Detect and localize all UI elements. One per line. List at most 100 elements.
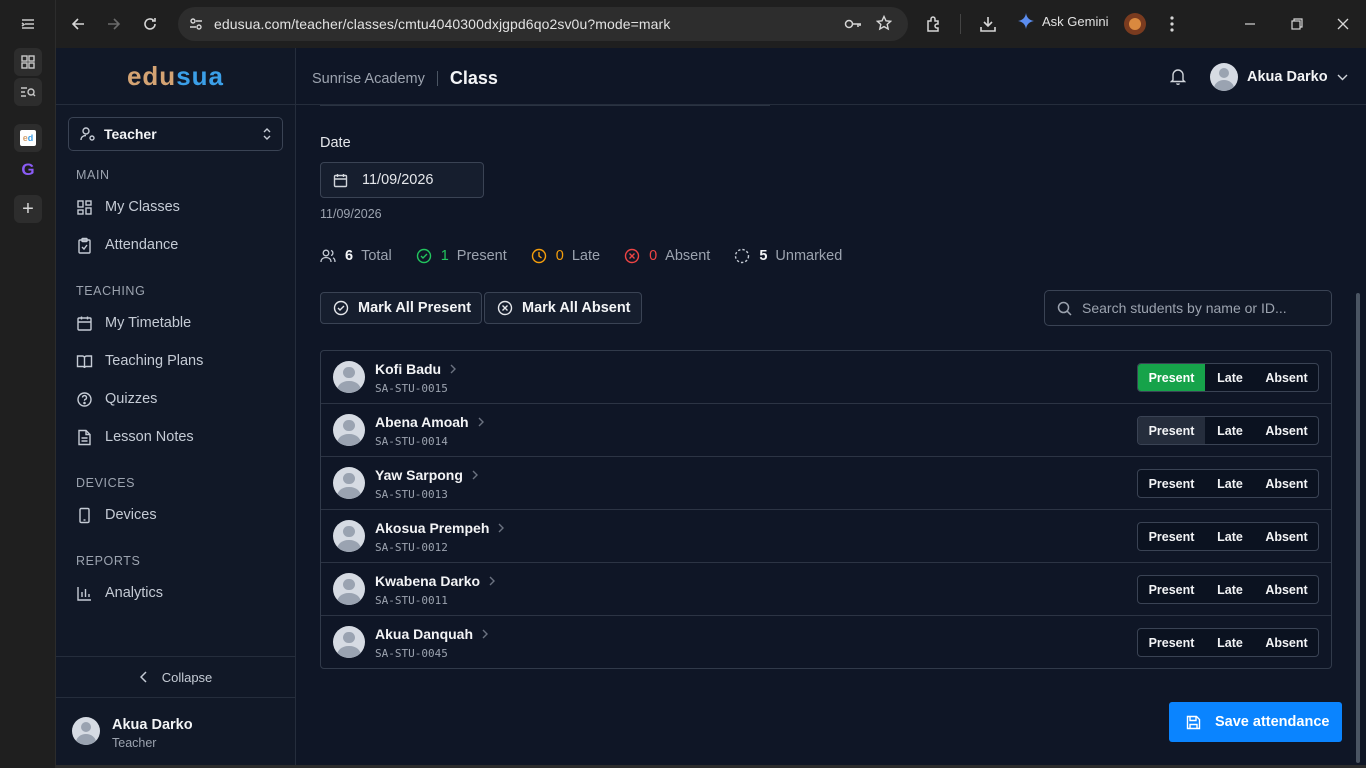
avatar (333, 520, 365, 552)
late-button[interactable]: Late (1205, 576, 1255, 603)
avatar (333, 414, 365, 446)
absent-button[interactable]: Absent (1255, 576, 1318, 603)
sidebar-item-label: My Timetable (105, 315, 192, 331)
student-search[interactable] (1044, 290, 1332, 326)
section-reports: REPORTS (76, 554, 141, 568)
present-button[interactable]: Present (1138, 470, 1205, 497)
breadcrumb-school[interactable]: Sunrise Academy (312, 71, 425, 87)
sidebar-item-teaching-plans[interactable]: Teaching Plans (76, 350, 203, 372)
search-icon (1057, 301, 1072, 316)
profile-avatar-icon[interactable] (1124, 13, 1146, 35)
status-toggle: Present Late Absent (1137, 469, 1319, 498)
ask-gemini-label: Ask Gemini (1042, 13, 1109, 29)
student-name-link[interactable]: Kofi Badu (375, 361, 457, 377)
browser-menu-icon[interactable] (1158, 10, 1186, 38)
chevron-right-icon (472, 470, 478, 480)
page-scrollbar[interactable] (1356, 293, 1360, 763)
sidebar-item-devices[interactable]: Devices (76, 504, 157, 526)
sidebar-item-attendance[interactable]: Attendance (76, 234, 178, 256)
sidebar: edu sua Teacher MAIN My Classes Attendanc… (56, 48, 296, 765)
student-name: Yaw Sarpong (375, 467, 463, 483)
student-name-link[interactable]: Yaw Sarpong (375, 467, 478, 483)
tablet-icon (79, 507, 90, 523)
sidebar-user[interactable]: Akua Darko Teacher (56, 697, 296, 765)
absent-button[interactable]: Absent (1255, 523, 1318, 550)
present-button[interactable]: Present (1138, 576, 1205, 603)
late-button[interactable]: Late (1205, 523, 1255, 550)
password-key-icon[interactable] (844, 16, 862, 32)
apps-icon[interactable] (14, 48, 42, 76)
student-name-link[interactable]: Akua Danquah (375, 626, 489, 642)
absent-button[interactable]: Absent (1255, 470, 1318, 497)
bookmark-star-icon[interactable] (876, 15, 892, 31)
extensions-icon[interactable] (920, 10, 948, 38)
date-picker[interactable]: 11/09/2026 (320, 162, 484, 198)
forward-icon[interactable] (100, 10, 128, 38)
address-bar[interactable]: edusua.com/teacher/classes/cmtu4040300dx… (178, 7, 908, 41)
absent-button[interactable]: Absent (1255, 364, 1318, 391)
collapse-button[interactable]: Collapse (56, 656, 296, 697)
present-button[interactable]: Present (1138, 364, 1205, 391)
search-tabs-icon[interactable] (14, 78, 42, 106)
url-text[interactable]: edusua.com/teacher/classes/cmtu4040300dx… (214, 16, 670, 32)
user-menu[interactable]: Akua Darko (1210, 63, 1348, 91)
mark-all-present-button[interactable]: Mark All Present (320, 292, 483, 324)
late-button[interactable]: Late (1205, 470, 1255, 497)
sidebar-item-my-classes[interactable]: My Classes (76, 196, 180, 218)
present-button[interactable]: Present (1138, 417, 1205, 444)
stat-present: 1 Present (416, 248, 507, 264)
back-icon[interactable] (64, 10, 92, 38)
absent-button[interactable]: Absent (1255, 629, 1318, 656)
save-icon (1186, 715, 1201, 729)
file-text-icon (78, 429, 91, 445)
ask-gemini-button[interactable]: Ask Gemini (1018, 13, 1108, 29)
top-bar: Sunrise Academy Class Akua Darko (296, 48, 1366, 105)
sidebar-item-label: Analytics (105, 585, 164, 601)
new-tab-icon[interactable]: + (14, 195, 42, 223)
book-open-icon (76, 354, 93, 368)
close-window-icon[interactable] (1329, 10, 1357, 38)
late-button[interactable]: Late (1205, 417, 1255, 444)
present-button[interactable]: Present (1138, 523, 1205, 550)
sidebar-item-label: Quizzes (105, 391, 158, 407)
sidebar-item-label: Lesson Notes (105, 429, 194, 445)
restore-icon[interactable] (1283, 10, 1311, 38)
reload-icon[interactable] (136, 10, 164, 38)
minimize-icon[interactable] (1236, 10, 1264, 38)
clock-icon (531, 248, 546, 264)
late-button[interactable]: Late (1205, 629, 1255, 656)
site-info-icon[interactable] (188, 16, 204, 32)
student-row: Akua Danquah SA-STU-0045 Present Late Absent (321, 616, 1331, 668)
gemini-icon (1018, 13, 1034, 29)
menu-icon[interactable] (14, 10, 42, 38)
role-selector[interactable]: Teacher (68, 117, 283, 151)
stat-absent: 0 Absent (624, 248, 710, 264)
sidebar-item-my-timetable[interactable]: My Timetable (76, 312, 191, 334)
chevron-right-icon (450, 364, 457, 374)
student-name-link[interactable]: Akosua Prempeh (375, 520, 505, 536)
g-extension-icon[interactable]: G (14, 156, 42, 184)
stat-late-label: Late (571, 248, 601, 264)
student-list: Kofi Badu SA-STU-0015 Present Late Absent Abe… (320, 350, 1332, 669)
status-toggle: Present Late Absent (1137, 575, 1319, 604)
mark-all-absent-button[interactable]: Mark All Absent (484, 292, 642, 324)
present-button[interactable]: Present (1138, 629, 1205, 656)
student-name-link[interactable]: Abena Amoah (375, 414, 484, 430)
late-button[interactable]: Late (1205, 364, 1255, 391)
search-input[interactable] (1082, 300, 1322, 316)
stat-unmarked-count: 5 (759, 248, 768, 264)
help-circle-icon (77, 391, 92, 407)
sidebar-item-lesson-notes[interactable]: Lesson Notes (76, 426, 194, 448)
app-logo[interactable]: edu sua (56, 48, 295, 105)
save-attendance-button[interactable]: Save attendance (1169, 702, 1342, 742)
edusua-tab-icon[interactable]: ed (14, 124, 42, 152)
downloads-icon[interactable] (974, 10, 1002, 38)
sidebar-item-analytics[interactable]: Analytics (76, 582, 163, 604)
sidebar-item-quizzes[interactable]: Quizzes (76, 388, 157, 410)
student-name-link[interactable]: Kwabena Darko (375, 573, 496, 589)
absent-button[interactable]: Absent (1255, 417, 1318, 444)
calendar-icon (333, 173, 348, 187)
student-name: Kwabena Darko (375, 573, 481, 589)
chevron-up-down-icon (263, 128, 271, 140)
bell-icon[interactable] (1170, 68, 1186, 85)
